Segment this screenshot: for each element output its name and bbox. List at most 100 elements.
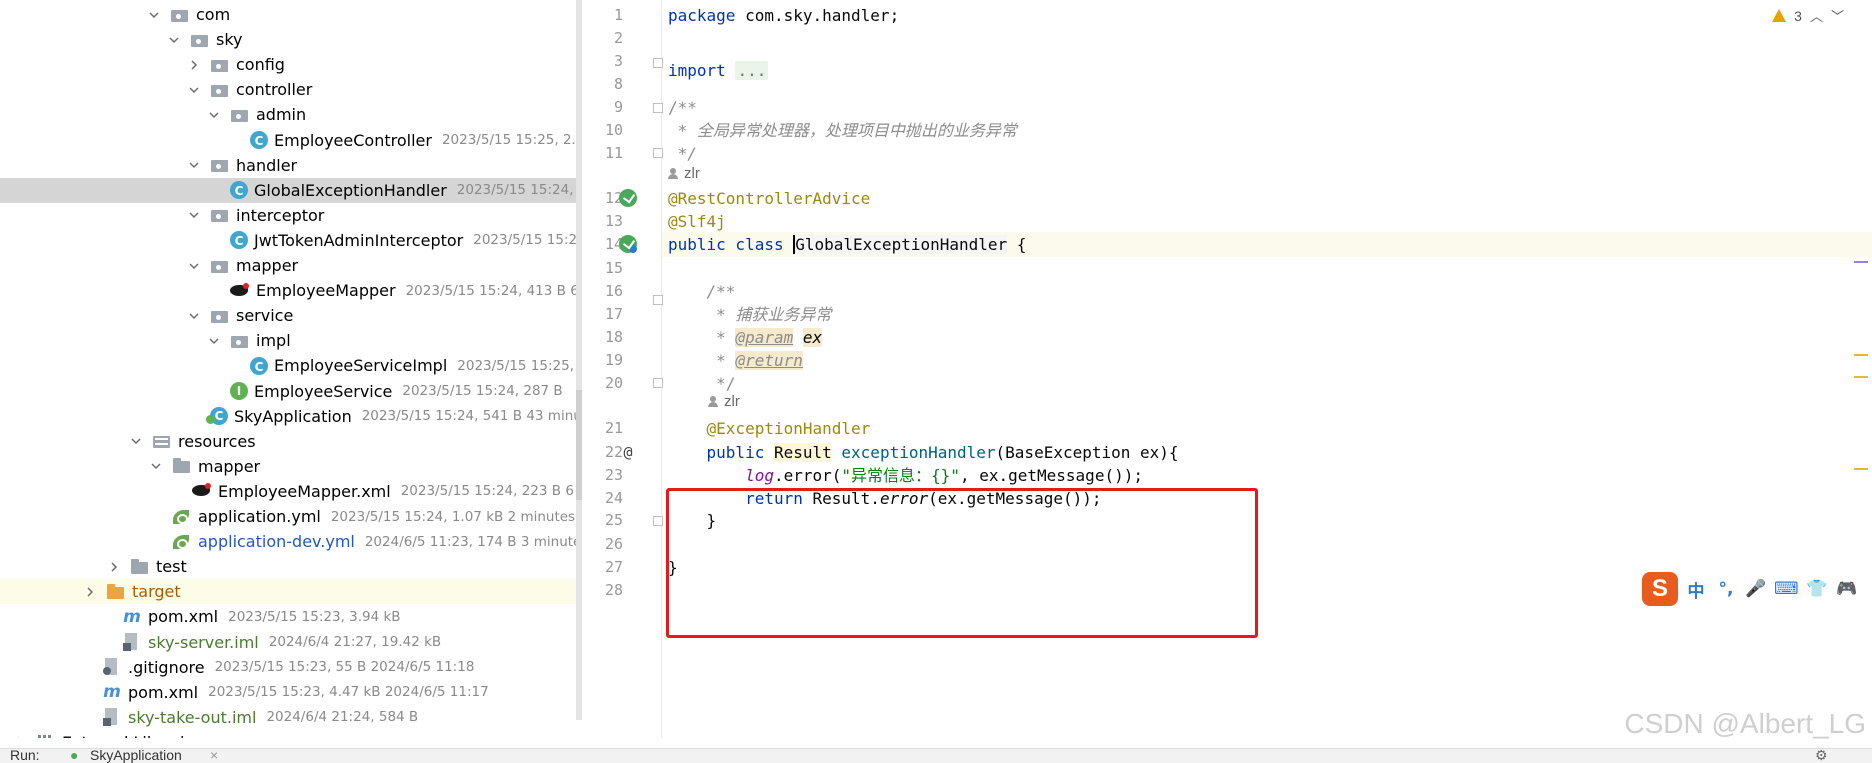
code-line-17[interactable]: * 捕获业务异常 <box>668 302 831 327</box>
code-editor[interactable]: 1 2 3 8 9 10 11 12 13 14 15 16 17 18 19 20 21 22 23 24 25 26 2… <box>583 0 1872 738</box>
line-number[interactable]: 23 <box>583 463 623 488</box>
inspection-widget[interactable]: 3 ︿ ﹀ <box>1772 6 1844 25</box>
ime-chinese-toggle[interactable]: 中 <box>1684 577 1708 602</box>
spring-bean-search-icon[interactable] <box>619 235 637 253</box>
line-number[interactable]: 9 <box>583 95 623 120</box>
tree-item[interactable]: sky-take-out.iml 2024/6/4 21:24, 584 B <box>0 705 580 730</box>
line-number[interactable]: 26 <box>583 532 623 557</box>
tree-item[interactable]: mapper <box>0 454 580 479</box>
line-number[interactable]: 22 <box>583 440 623 465</box>
code-line-3[interactable]: import ... <box>668 58 769 83</box>
code-line-12[interactable]: @RestControllerAdvice <box>668 186 870 211</box>
code-line-1[interactable]: package com.sky.handler; <box>668 3 899 28</box>
code-line-18[interactable]: * @param ex <box>668 325 823 350</box>
tree-item[interactable]: C GlobalExceptionHandler 2023/5/15 15:24, … <box>0 177 580 203</box>
code-line-23[interactable]: log.error("异常信息：{}", ex.getMessage()); <box>668 463 1143 488</box>
line-number[interactable]: 11 <box>583 141 623 166</box>
game-icon[interactable]: 🎮 <box>1835 579 1859 599</box>
tree-item[interactable]: interceptor <box>0 203 580 228</box>
tree-item[interactable]: I EmployeeService 2023/5/15 15:24, 287 B <box>0 379 580 404</box>
line-number[interactable]: 8 <box>583 72 623 97</box>
line-number[interactable]: 1 <box>583 3 623 28</box>
line-number[interactable]: 19 <box>583 348 623 373</box>
chevron-down-icon[interactable] <box>188 84 200 96</box>
run-toolwindow-bar[interactable]: Run: ● SkyApplication × ⚙ <box>0 748 1872 763</box>
code-line-21[interactable]: @ExceptionHandler <box>668 416 871 441</box>
code-line-16[interactable]: /** <box>668 279 736 304</box>
stripe-mark[interactable] <box>1854 261 1868 263</box>
chevron-down-icon[interactable] <box>188 310 200 322</box>
tree-item[interactable]: application-dev.yml 2024/6/5 11:23, 174 B… <box>0 529 580 554</box>
spring-bean-icon[interactable] <box>619 189 637 207</box>
code-line-19[interactable]: * @return <box>668 348 803 373</box>
fold-marker-icon[interactable] <box>653 516 663 526</box>
code-line-10[interactable]: * 全局异常处理器，处理项目中抛出的业务异常 <box>668 118 1017 143</box>
chevron-down-icon[interactable] <box>208 109 220 121</box>
tree-item[interactable]: controller <box>0 77 580 102</box>
code-line-9[interactable]: /** <box>668 95 697 120</box>
line-number[interactable]: 3 <box>583 49 623 74</box>
chevron-down-icon[interactable]: ﹀ <box>1831 6 1844 25</box>
line-number[interactable]: 17 <box>583 302 623 327</box>
microphone-icon[interactable]: 🎤 <box>1744 579 1768 599</box>
code-line-20[interactable]: */ <box>668 371 735 396</box>
line-number[interactable]: 12 <box>583 186 623 211</box>
chevron-down-icon[interactable] <box>188 209 200 221</box>
line-number[interactable]: 2 <box>583 26 623 51</box>
gear-icon[interactable]: ⚙ <box>1815 749 1828 763</box>
tree-item[interactable]: config <box>0 52 580 77</box>
sogou-logo-icon[interactable]: S <box>1642 572 1678 606</box>
line-number[interactable]: 27 <box>583 555 623 580</box>
chevron-down-icon[interactable] <box>208 335 220 347</box>
close-icon[interactable]: × <box>210 749 218 763</box>
chevron-down-icon[interactable] <box>188 260 200 272</box>
run-config-tab[interactable]: SkyApplication <box>90 749 182 763</box>
tree-item[interactable]: com <box>0 2 580 27</box>
line-number[interactable]: 15 <box>583 256 623 281</box>
code-line-22[interactable]: public Result exceptionHandler(BaseExcep… <box>668 440 1179 465</box>
request-mapping-icon[interactable]: @ <box>619 443 637 461</box>
tree-item[interactable]: EmployeeMapper 2023/5/15 15:24, 413 B 6 m… <box>0 278 580 303</box>
chevron-right-icon[interactable] <box>84 586 96 598</box>
line-number[interactable]: 18 <box>583 325 623 350</box>
author-inlay-2[interactable]: zlr <box>708 394 740 410</box>
chevron-down-icon[interactable] <box>188 159 200 171</box>
tree-item[interactable]: m pom.xml 2023/5/15 15:23, 3.94 kB <box>0 604 580 629</box>
chevron-up-icon[interactable]: ︿ <box>1810 6 1823 25</box>
fold-marker-icon[interactable] <box>653 103 663 113</box>
tree-item[interactable]: mapper <box>0 253 580 278</box>
folded-imports[interactable]: ... <box>735 61 769 80</box>
stripe-mark[interactable] <box>1854 376 1868 378</box>
tree-item[interactable]: sky <box>0 27 580 52</box>
tree-item[interactable]: sky-server.iml 2024/6/4 21:27, 19.42 kB <box>0 630 580 655</box>
tree-item[interactable]: target <box>0 579 580 605</box>
chevron-down-icon[interactable] <box>130 435 142 447</box>
chevron-down-icon[interactable] <box>150 460 162 472</box>
tree-item[interactable]: .gitignore 2023/5/15 15:23, 55 B 2024/6/5… <box>0 655 580 680</box>
fold-marker-icon[interactable] <box>653 148 663 158</box>
line-number[interactable]: 20 <box>583 371 623 396</box>
tree-item[interactable]: C EmployeeServiceImpl 2023/5/15 15:25, 1.9… <box>0 353 580 378</box>
project-tree-scrollbar[interactable] <box>576 0 582 720</box>
fold-marker-icon[interactable] <box>653 295 663 305</box>
stripe-mark[interactable] <box>1854 468 1868 470</box>
skin-icon[interactable]: 👕 <box>1805 579 1829 599</box>
tree-item[interactable]: C EmployeeController 2023/5/15 15:25, 2.15… <box>0 128 580 153</box>
line-number[interactable]: 25 <box>583 508 623 533</box>
tree-item[interactable]: C SkyApplication 2023/5/15 15:24, 541 B 43… <box>0 404 580 429</box>
tree-item[interactable]: application.yml 2023/5/15 15:24, 1.07 kB … <box>0 504 580 529</box>
line-number[interactable]: 10 <box>583 118 623 143</box>
line-number[interactable]: 16 <box>583 279 623 304</box>
tree-item[interactable]: test <box>0 554 580 579</box>
code-line-13[interactable]: @Slf4j <box>668 209 726 234</box>
tree-item[interactable]: External Libraries <box>0 730 580 738</box>
ime-toolbar[interactable]: S 中 °, 🎤 ⌨ 👕 🎮 <box>1642 572 1870 606</box>
chevron-right-icon[interactable] <box>14 736 26 738</box>
tree-item[interactable]: C JwtTokenAdminInterceptor 2023/5/15 15:24… <box>0 228 580 253</box>
tree-item[interactable]: EmployeeMapper.xml 2023/5/15 15:24, 223 B… <box>0 479 580 504</box>
stripe-mark[interactable] <box>1854 354 1868 356</box>
keyboard-icon[interactable]: ⌨ <box>1774 579 1799 599</box>
tree-item[interactable]: impl <box>0 328 580 353</box>
tree-item[interactable]: service <box>0 303 580 328</box>
tree-item[interactable]: m pom.xml 2023/5/15 15:23, 4.47 kB 2024/6/… <box>0 680 580 705</box>
